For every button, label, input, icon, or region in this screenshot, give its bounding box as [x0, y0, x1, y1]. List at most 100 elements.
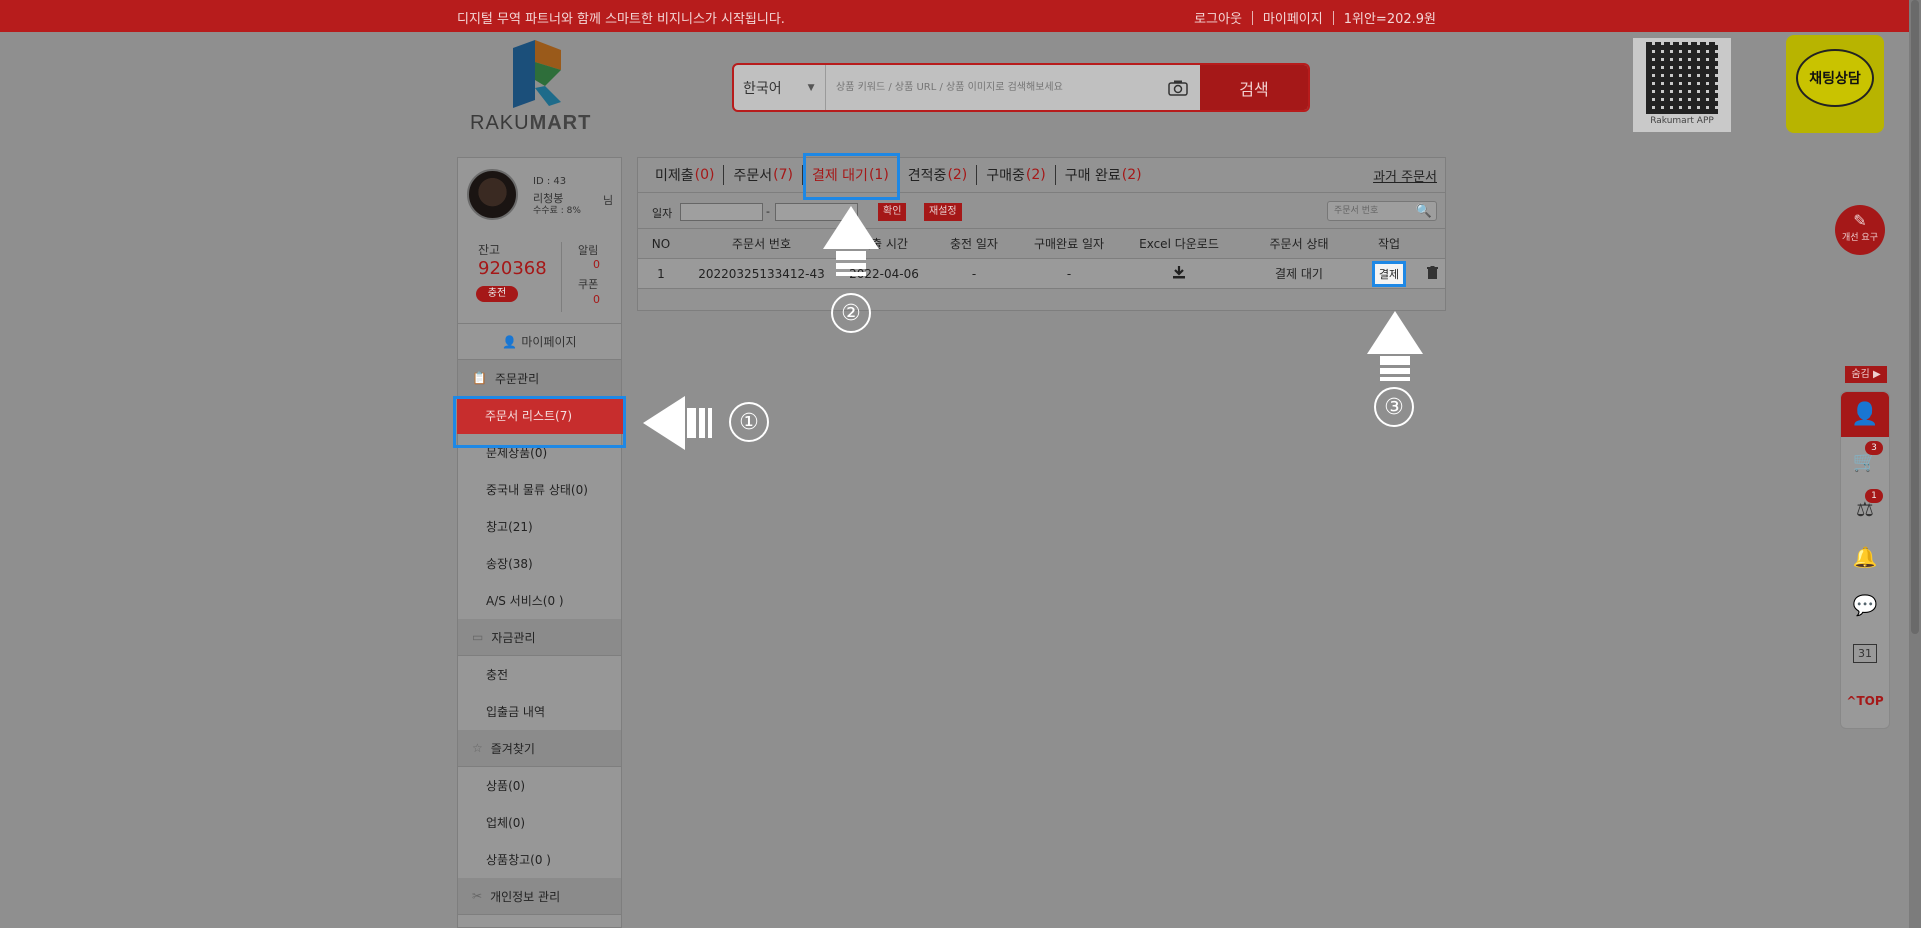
calendar-icon[interactable]: 31 — [1841, 629, 1889, 677]
trash-icon[interactable] — [1419, 265, 1445, 282]
start-date-input[interactable] — [680, 203, 763, 221]
sidebar-item-as-service[interactable]: A/S 서비스(0 ) — [458, 582, 621, 619]
qr-code-icon — [1646, 42, 1718, 114]
cell-order-no[interactable]: 20220325133412-43 — [684, 267, 839, 281]
sidebar-mypage[interactable]: 👤 마이페이지 — [458, 324, 621, 360]
header-done-date: 구매완료 일자 — [1033, 237, 1105, 251]
rakumart-logo[interactable]: RAKUMART — [470, 40, 610, 135]
group-label: 개인정보 관리 — [490, 889, 561, 904]
search-bar: 한국어 ▼ 검색 — [732, 63, 1310, 112]
logo-mark-icon — [513, 40, 561, 108]
header-order-no: 주문서 번호 — [731, 237, 791, 251]
tab-purchasing[interactable]: 구매중 (2) — [977, 165, 1056, 185]
table-header: NO 주문서 번호 제출 시간 충전 일자 구매완료 일자 Excel 다운로드… — [638, 229, 1445, 259]
sidebar-item-transactions[interactable]: 입출금 내역 — [458, 693, 621, 730]
sidebar: ID : 43 리청봉 수수료 : 8% 님 잔고 920368 충전 알림 0… — [457, 157, 624, 928]
tab-label: 구매중 — [986, 168, 1025, 184]
tab-purchase-complete[interactable]: 구매 완료 (2) — [1056, 165, 1151, 185]
header-status: 주문서 상태 — [1269, 237, 1329, 251]
alarm-count: 0 — [593, 258, 600, 271]
tab-count: (2) — [947, 167, 968, 183]
header-excel: Excel 다운로드 — [1139, 237, 1219, 251]
divider — [561, 242, 562, 312]
feedback-button[interactable]: ✎ 개선 요구 — [1835, 205, 1885, 255]
tab-label: 미제출 — [655, 168, 694, 184]
top-links: 로그아웃 마이페이지 1위안=202.9원 — [1184, 8, 1446, 27]
scrollbar-thumb[interactable] — [1911, 0, 1919, 634]
favorites-icon[interactable]: ⚖ 1 — [1841, 485, 1889, 533]
avatar — [467, 169, 518, 220]
coupon-label[interactable]: 쿠폰 — [578, 276, 598, 292]
search-button[interactable]: 검색 — [1200, 65, 1308, 110]
filter-bar: 일자 - 확인 재설정 주문서 번호 🔍 — [638, 193, 1445, 229]
user-icon[interactable]: 👤 — [1841, 392, 1889, 437]
order-panel: 미제출 (0) 주문서 (7) 결제 대기 (1) 견적중 (2) 구매중 (2) 구매 … — [637, 157, 1446, 311]
balance-value: 920368 — [478, 258, 547, 279]
header-no: NO — [651, 236, 671, 251]
alarm-label[interactable]: 알림 — [578, 242, 598, 258]
top-bar: 디지털 무역 파트너와 함께 스마트한 비지니스가 시작됩니다. 로그아웃 마이… — [0, 0, 1921, 32]
table-row: 1 20220325133412-43 2022-04-06 - - 결제 대기… — [638, 259, 1445, 289]
user-id: ID : 43 — [533, 176, 567, 187]
scroll-top-button[interactable]: ^ TOP — [1841, 677, 1889, 725]
qr-caption: Rakumart APP — [1650, 116, 1714, 126]
tab-unsubmitted[interactable]: 미제출 (0) — [646, 165, 725, 185]
search-field — [826, 65, 1156, 110]
language-select[interactable]: 한국어 ▼ — [734, 65, 826, 110]
order-search-placeholder: 주문서 번호 — [1334, 206, 1379, 216]
sidebar-group-personal-info: ✂ 개인정보 관리 — [458, 878, 621, 915]
search-icon[interactable]: 🔍 — [1416, 203, 1432, 221]
chat-label: 채팅상담 — [1796, 49, 1874, 107]
cart-icon[interactable]: 🛒 3 — [1841, 437, 1889, 485]
logo-text: RAKUMART — [470, 112, 592, 134]
logout-link[interactable]: 로그아웃 — [1184, 8, 1252, 27]
sidebar-item-invoice[interactable]: 송장(38) — [458, 545, 621, 582]
sidebar-item-fav-products[interactable]: 상품(0) — [458, 767, 621, 804]
sidebar-item-warehouse[interactable]: 창고(21) — [458, 508, 621, 545]
tools-icon: ✂ — [472, 889, 483, 903]
camera-icon[interactable] — [1156, 65, 1200, 110]
name-suffix: 님 — [603, 194, 614, 207]
tab-label: 주문서 — [733, 168, 773, 184]
scrollbar[interactable] — [1909, 0, 1921, 928]
sidebar-item-charge[interactable]: 충전 — [458, 656, 621, 693]
tab-quoting[interactable]: 견적중 (2) — [899, 165, 978, 185]
chat-consult-button[interactable]: 채팅상담 — [1786, 35, 1884, 133]
feedback-label: 개선 요구 — [1842, 233, 1878, 243]
sidebar-item-china-logistics[interactable]: 중국내 물류 상태(0) — [458, 471, 621, 508]
sidebar-item-fav-warehouse[interactable]: 상품창고(0 ) — [458, 841, 621, 878]
message-icon[interactable]: 💬 — [1841, 581, 1889, 629]
slogan-text: 디지털 무역 파트너와 함께 스마트한 비지니스가 시작됩니다. — [457, 12, 785, 27]
mypage-link[interactable]: 마이페이지 — [1253, 8, 1333, 27]
card-icon: ▭ — [472, 630, 484, 644]
clipboard-icon: 📋 — [472, 371, 487, 385]
download-icon[interactable] — [1119, 265, 1239, 282]
cart-count-badge: 3 — [1865, 441, 1883, 455]
tab-label: 견적중 — [907, 168, 947, 184]
charge-button[interactable]: 충전 — [476, 286, 518, 302]
reset-button[interactable]: 재설정 — [924, 203, 962, 221]
date-label: 일자 — [652, 207, 673, 220]
favorites-count-badge: 1 — [1865, 489, 1883, 503]
group-label: 자금관리 — [491, 630, 536, 645]
pay-button[interactable]: 결제 — [1371, 260, 1407, 287]
past-orders-link[interactable]: 과거 주문서 — [1373, 166, 1437, 185]
calendar-date: 31 — [1853, 643, 1877, 663]
tab-orders[interactable]: 주문서 (7) — [724, 165, 803, 185]
right-rail: 👤 🛒 3 ⚖ 1 🔔 💬 31 ^ TOP — [1840, 391, 1890, 729]
bell-icon[interactable]: 🔔 — [1841, 533, 1889, 581]
confirm-button[interactable]: 확인 — [878, 203, 907, 221]
coupon-count: 0 — [593, 293, 600, 306]
top-label: TOP — [1856, 694, 1884, 708]
search-input[interactable] — [834, 81, 1154, 94]
hide-rail-button[interactable]: 숨김 ▶ — [1845, 366, 1887, 383]
tab-count: (0) — [694, 167, 715, 183]
date-dash: - — [766, 205, 770, 218]
sidebar-item-fav-vendors[interactable]: 업체(0) — [458, 804, 621, 841]
header-action: 작업 — [1377, 237, 1401, 251]
order-number-search[interactable]: 주문서 번호 🔍 — [1327, 201, 1437, 221]
exchange-rate: 1위안=202.9원 — [1343, 12, 1436, 27]
chevron-up-icon: ^ — [1846, 694, 1857, 708]
group-label: 즐겨찾기 — [490, 741, 535, 756]
step-marker-1: ① — [729, 402, 769, 442]
